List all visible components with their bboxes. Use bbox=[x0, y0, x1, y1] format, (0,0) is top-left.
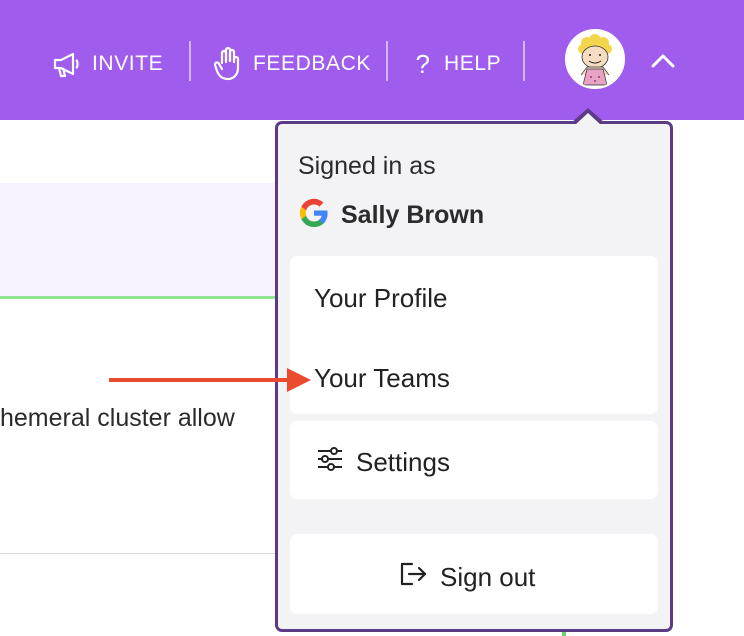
dropdown-caret-fill bbox=[575, 113, 601, 125]
feedback-label: FEEDBACK bbox=[253, 52, 371, 75]
signed-in-label: Signed in as bbox=[298, 152, 436, 180]
google-icon bbox=[298, 197, 330, 234]
account-menu-toggle[interactable] bbox=[650, 48, 676, 74]
content-divider bbox=[0, 553, 285, 554]
progress-indicator bbox=[0, 296, 300, 299]
menu-item-label: Settings bbox=[356, 447, 450, 477]
annotation-arrow bbox=[109, 378, 289, 382]
nav-divider bbox=[386, 41, 388, 81]
signed-in-user: Sally Brown bbox=[298, 198, 484, 232]
peanuts-character-avatar-icon bbox=[567, 31, 623, 87]
menu-item-label: Your Profile bbox=[314, 283, 448, 313]
nav-divider bbox=[523, 41, 525, 81]
feedback-button[interactable]: FEEDBACK bbox=[213, 46, 371, 82]
chevron-up-icon bbox=[651, 54, 675, 68]
invite-label: INVITE bbox=[92, 52, 164, 75]
help-label: HELP bbox=[444, 52, 502, 75]
annotation-arrow-head bbox=[287, 368, 311, 392]
user-avatar-button[interactable] bbox=[565, 29, 625, 89]
help-button[interactable]: ? HELP bbox=[412, 46, 501, 82]
user-name: Sally Brown bbox=[341, 200, 485, 229]
question-mark-icon: ? bbox=[415, 48, 431, 79]
sign-out-icon bbox=[398, 560, 428, 595]
sliders-icon bbox=[316, 446, 344, 479]
content-panel bbox=[0, 183, 300, 296]
invite-button[interactable]: INVITE bbox=[52, 46, 163, 82]
sign-out-label: Sign out bbox=[440, 562, 536, 592]
sign-out-button[interactable]: Sign out bbox=[398, 560, 535, 595]
body-text: hemeral cluster allow bbox=[0, 404, 235, 432]
settings-menu-item[interactable]: Settings bbox=[316, 446, 450, 479]
your-teams-menu-item[interactable]: Your Teams bbox=[314, 363, 450, 394]
nav-divider bbox=[189, 41, 191, 81]
megaphone-icon bbox=[52, 49, 82, 79]
menu-item-label: Your Teams bbox=[314, 363, 450, 393]
hand-icon bbox=[213, 47, 243, 81]
your-profile-menu-item[interactable]: Your Profile bbox=[314, 283, 447, 314]
